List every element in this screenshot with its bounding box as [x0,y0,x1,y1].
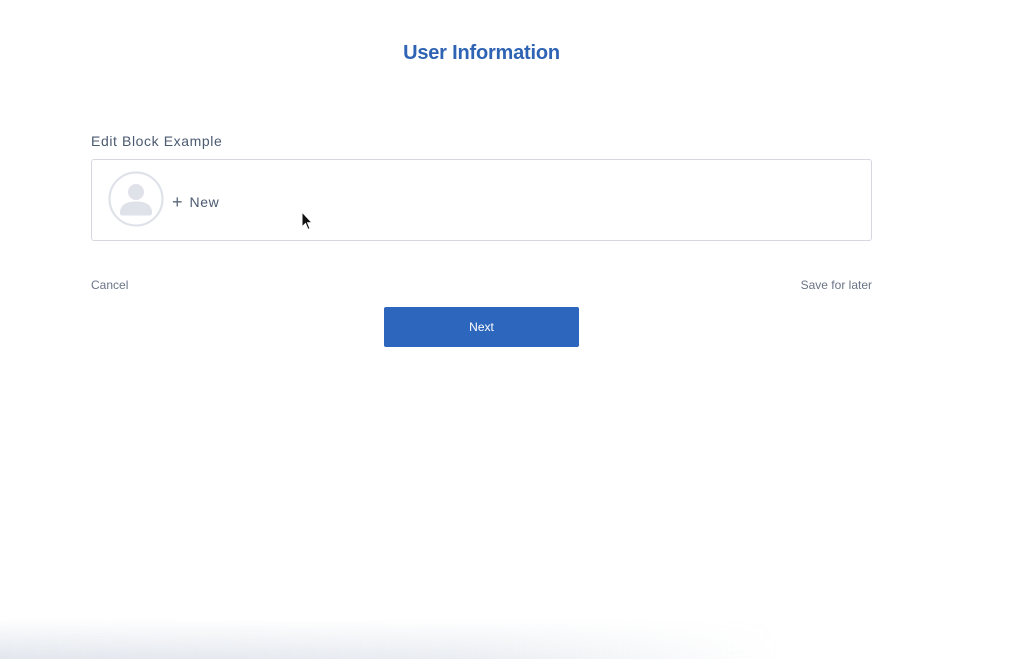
edit-block-label: Edit Block Example [91,133,223,149]
user-information-page: User Information Edit Block Example + Ne… [0,0,1017,659]
plus-icon: + [172,192,183,212]
edit-block-container: + New [91,159,872,241]
add-new-button[interactable]: + New [172,190,219,214]
page-title: User Information [403,42,560,64]
bottom-fade-decoration [0,619,780,659]
cancel-link[interactable]: Cancel [91,278,128,292]
add-new-label: New [189,194,220,210]
save-for-later-link[interactable]: Save for later [801,278,872,292]
mouse-pointer-icon [301,211,313,231]
next-button[interactable]: Next [384,307,579,347]
user-avatar-icon [108,171,164,227]
